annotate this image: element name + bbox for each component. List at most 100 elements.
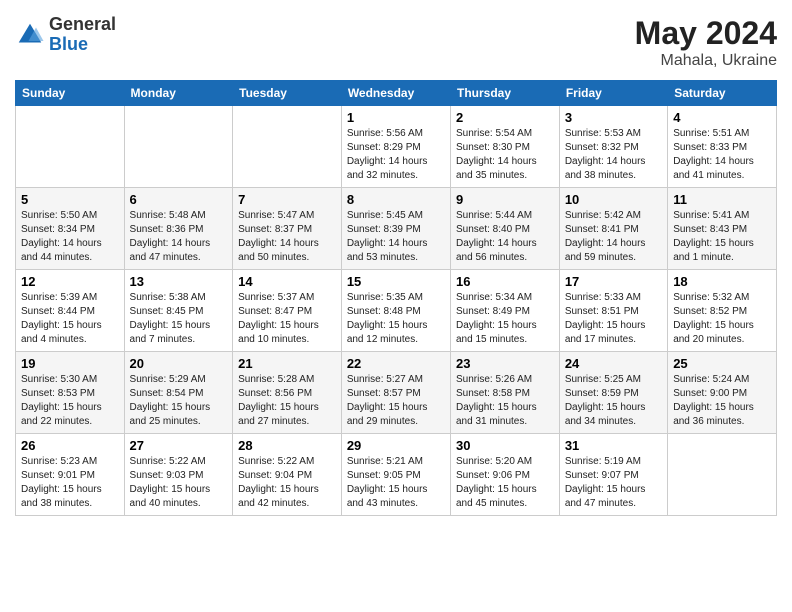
logo-icon	[15, 20, 45, 50]
day-number: 17	[565, 274, 662, 289]
day-info: Sunrise: 5:22 AM Sunset: 9:04 PM Dayligh…	[238, 455, 336, 511]
weekday-header-wednesday: Wednesday	[341, 81, 450, 106]
day-number: 7	[238, 192, 336, 207]
day-number: 6	[130, 192, 228, 207]
table-row: 23 Sunrise: 5:26 AM Sunset: 8:58 PM Dayli…	[450, 352, 559, 434]
weekday-header-monday: Monday	[124, 81, 233, 106]
weekday-header-tuesday: Tuesday	[233, 81, 342, 106]
day-info: Sunrise: 5:22 AM Sunset: 9:03 PM Dayligh…	[130, 455, 228, 511]
day-number: 5	[21, 192, 119, 207]
day-info: Sunrise: 5:47 AM Sunset: 8:37 PM Dayligh…	[238, 209, 336, 265]
day-number: 20	[130, 356, 228, 371]
day-info: Sunrise: 5:39 AM Sunset: 8:44 PM Dayligh…	[21, 291, 119, 347]
table-row: 30Sunrise: 5:20 AM Sunset: 9:06 PM Dayli…	[450, 434, 559, 516]
table-row: 5 Sunrise: 5:50 AM Sunset: 8:34 PM Daylig…	[16, 188, 125, 270]
day-number: 19	[21, 356, 119, 371]
table-row: 29 Sunrise: 5:21 AM Sunset: 9:05 PM Dayli…	[341, 434, 450, 516]
day-info: Sunrise: 5:44 AM Sunset: 8:40 PM Dayligh…	[456, 209, 554, 265]
day-number: 24	[565, 356, 662, 371]
month-year-title: May 2024	[635, 15, 777, 52]
day-info: Sunrise: 5:34 AM Sunset: 8:49 PM Dayligh…	[456, 291, 554, 347]
table-row	[16, 106, 125, 188]
table-row: 16Sunrise: 5:34 AM Sunset: 8:49 PM Dayli…	[450, 270, 559, 352]
logo-blue-text: Blue	[49, 35, 116, 55]
weekday-header-thursday: Thursday	[450, 81, 559, 106]
table-row: 15Sunrise: 5:35 AM Sunset: 8:48 PM Dayli…	[341, 270, 450, 352]
day-number: 12	[21, 274, 119, 289]
day-info: Sunrise: 5:38 AM Sunset: 8:45 PM Dayligh…	[130, 291, 228, 347]
table-row	[233, 106, 342, 188]
day-number: 10	[565, 192, 662, 207]
table-row: 24Sunrise: 5:25 AM Sunset: 8:59 PM Dayli…	[559, 352, 667, 434]
table-row: 2 Sunrise: 5:54 AM Sunset: 8:30 PM Daylig…	[450, 106, 559, 188]
table-row: 1 Sunrise: 5:56 AM Sunset: 8:29 PM Daylig…	[341, 106, 450, 188]
table-row	[124, 106, 233, 188]
calendar-week-row: 26 Sunrise: 5:23 AM Sunset: 9:01 PM Dayli…	[16, 434, 777, 516]
day-info: Sunrise: 5:50 AM Sunset: 8:34 PM Dayligh…	[21, 209, 119, 265]
logo-text: General Blue	[49, 15, 116, 55]
table-row	[668, 434, 777, 516]
day-info: Sunrise: 5:21 AM Sunset: 9:05 PM Dayligh…	[347, 455, 445, 511]
day-number: 4	[673, 110, 771, 125]
weekday-header-sunday: Sunday	[16, 81, 125, 106]
day-number: 18	[673, 274, 771, 289]
day-info: Sunrise: 5:27 AM Sunset: 8:57 PM Dayligh…	[347, 373, 445, 429]
table-row: 21 Sunrise: 5:28 AM Sunset: 8:56 PM Dayli…	[233, 352, 342, 434]
day-number: 23	[456, 356, 554, 371]
day-info: Sunrise: 5:45 AM Sunset: 8:39 PM Dayligh…	[347, 209, 445, 265]
day-info: Sunrise: 5:56 AM Sunset: 8:29 PM Dayligh…	[347, 127, 445, 183]
table-row: 4Sunrise: 5:51 AM Sunset: 8:33 PM Daylig…	[668, 106, 777, 188]
table-row: 17Sunrise: 5:33 AM Sunset: 8:51 PM Dayli…	[559, 270, 667, 352]
day-info: Sunrise: 5:20 AM Sunset: 9:06 PM Dayligh…	[456, 455, 554, 511]
day-number: 13	[130, 274, 228, 289]
table-row: 11Sunrise: 5:41 AM Sunset: 8:43 PM Dayli…	[668, 188, 777, 270]
day-number: 29	[347, 438, 445, 453]
title-block: May 2024 Mahala, Ukraine	[635, 15, 777, 70]
table-row: 22 Sunrise: 5:27 AM Sunset: 8:57 PM Dayli…	[341, 352, 450, 434]
calendar-table: SundayMondayTuesdayWednesdayThursdayFrid…	[15, 80, 777, 516]
day-number: 25	[673, 356, 771, 371]
day-number: 2	[456, 110, 554, 125]
day-number: 22	[347, 356, 445, 371]
table-row: 27 Sunrise: 5:22 AM Sunset: 9:03 PM Dayli…	[124, 434, 233, 516]
day-info: Sunrise: 5:41 AM Sunset: 8:43 PM Dayligh…	[673, 209, 771, 265]
day-number: 27	[130, 438, 228, 453]
day-number: 9	[456, 192, 554, 207]
day-info: Sunrise: 5:37 AM Sunset: 8:47 PM Dayligh…	[238, 291, 336, 347]
day-info: Sunrise: 5:29 AM Sunset: 8:54 PM Dayligh…	[130, 373, 228, 429]
day-info: Sunrise: 5:35 AM Sunset: 8:48 PM Dayligh…	[347, 291, 445, 347]
table-row: 18 Sunrise: 5:32 AM Sunset: 8:52 PM Dayli…	[668, 270, 777, 352]
day-number: 28	[238, 438, 336, 453]
day-info: Sunrise: 5:28 AM Sunset: 8:56 PM Dayligh…	[238, 373, 336, 429]
day-number: 3	[565, 110, 662, 125]
table-row: 25 Sunrise: 5:24 AM Sunset: 9:00 PM Dayli…	[668, 352, 777, 434]
weekday-header-row: SundayMondayTuesdayWednesdayThursdayFrid…	[16, 81, 777, 106]
logo-general-text: General	[49, 15, 116, 35]
logo: General Blue	[15, 15, 116, 55]
day-info: Sunrise: 5:48 AM Sunset: 8:36 PM Dayligh…	[130, 209, 228, 265]
day-info: Sunrise: 5:42 AM Sunset: 8:41 PM Dayligh…	[565, 209, 662, 265]
table-row: 8Sunrise: 5:45 AM Sunset: 8:39 PM Daylig…	[341, 188, 450, 270]
table-row: 31 Sunrise: 5:19 AM Sunset: 9:07 PM Dayli…	[559, 434, 667, 516]
day-info: Sunrise: 5:26 AM Sunset: 8:58 PM Dayligh…	[456, 373, 554, 429]
table-row: 6 Sunrise: 5:48 AM Sunset: 8:36 PM Daylig…	[124, 188, 233, 270]
table-row: 12 Sunrise: 5:39 AM Sunset: 8:44 PM Dayli…	[16, 270, 125, 352]
day-info: Sunrise: 5:23 AM Sunset: 9:01 PM Dayligh…	[21, 455, 119, 511]
day-info: Sunrise: 5:53 AM Sunset: 8:32 PM Dayligh…	[565, 127, 662, 183]
day-number: 21	[238, 356, 336, 371]
weekday-header-saturday: Saturday	[668, 81, 777, 106]
weekday-header-friday: Friday	[559, 81, 667, 106]
day-number: 31	[565, 438, 662, 453]
table-row: 10 Sunrise: 5:42 AM Sunset: 8:41 PM Dayli…	[559, 188, 667, 270]
day-info: Sunrise: 5:24 AM Sunset: 9:00 PM Dayligh…	[673, 373, 771, 429]
day-info: Sunrise: 5:19 AM Sunset: 9:07 PM Dayligh…	[565, 455, 662, 511]
day-info: Sunrise: 5:32 AM Sunset: 8:52 PM Dayligh…	[673, 291, 771, 347]
day-number: 1	[347, 110, 445, 125]
day-number: 26	[21, 438, 119, 453]
location-subtitle: Mahala, Ukraine	[635, 52, 777, 70]
day-number: 14	[238, 274, 336, 289]
table-row: 19Sunrise: 5:30 AM Sunset: 8:53 PM Dayli…	[16, 352, 125, 434]
day-info: Sunrise: 5:54 AM Sunset: 8:30 PM Dayligh…	[456, 127, 554, 183]
table-row: 14 Sunrise: 5:37 AM Sunset: 8:47 PM Dayli…	[233, 270, 342, 352]
table-row: 7 Sunrise: 5:47 AM Sunset: 8:37 PM Daylig…	[233, 188, 342, 270]
